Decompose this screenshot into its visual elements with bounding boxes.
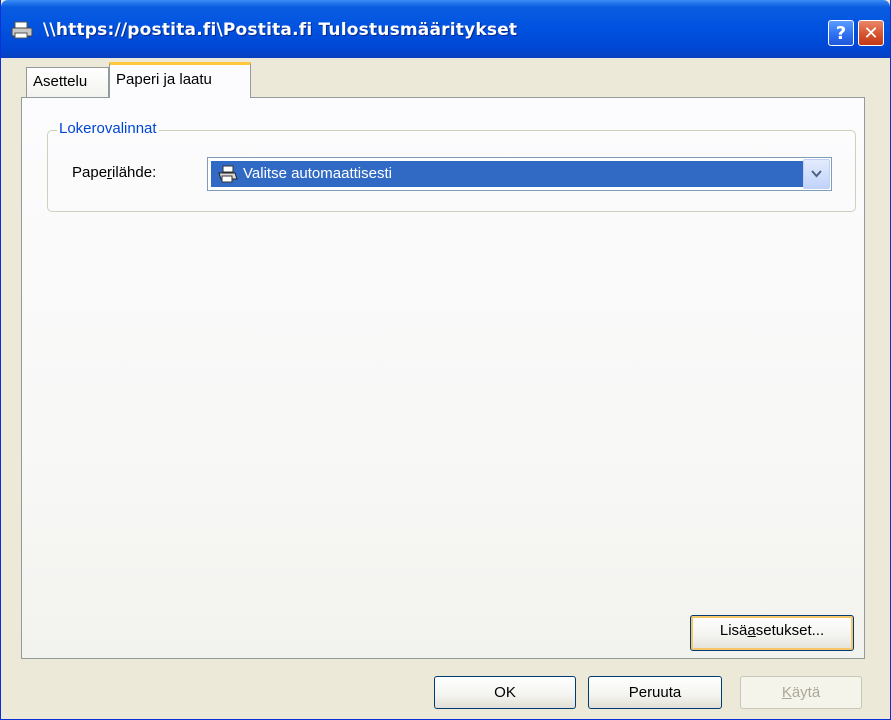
title-bar[interactable]: \\https://postita.fi\Postita.fi Tulostus… <box>1 0 890 58</box>
cancel-button[interactable]: Peruuta <box>588 676 722 709</box>
help-icon: ? <box>835 22 847 44</box>
close-icon: ✕ <box>863 22 879 44</box>
paper-source-label: Paperilähde: <box>72 164 156 181</box>
paper-source-selected-item[interactable]: Valitse automaattisesti <box>211 161 803 187</box>
chevron-down-icon <box>811 170 822 178</box>
ok-button[interactable]: OK <box>434 676 576 709</box>
tab-paperi-ja-laatu[interactable]: Paperi ja laatu <box>109 62 251 98</box>
printer-icon <box>11 21 33 39</box>
help-button[interactable]: ? <box>828 20 854 46</box>
close-button[interactable]: ✕ <box>858 20 884 46</box>
advanced-button[interactable]: Lisäasetukset... <box>690 615 854 651</box>
group-title: Lokerovalinnat <box>57 120 159 137</box>
printer-icon <box>218 165 238 183</box>
paper-source-label-pre: Pape <box>72 164 108 181</box>
apply-label-mnemonic: K <box>781 684 792 701</box>
paper-source-dropdown[interactable]: Valitse automaattisesti <box>207 157 832 191</box>
apply-label-post: äytä <box>791 684 821 701</box>
advanced-label-pre: Lisä <box>719 622 748 639</box>
window-title: \\https://postita.fi\Postita.fi Tulostus… <box>43 20 518 40</box>
paper-source-value: Valitse automaattisesti <box>243 165 392 182</box>
apply-button[interactable]: Käytä <box>740 676 862 709</box>
printing-preferences-dialog: \\https://postita.fi\Postita.fi Tulostus… <box>0 0 891 720</box>
tab-asettelu[interactable]: Asettelu <box>26 67 109 97</box>
advanced-label-post: setukset... <box>755 622 825 639</box>
paper-source-label-post: ilähde: <box>112 164 157 181</box>
dropdown-arrow-button[interactable] <box>803 159 830 189</box>
advanced-label-mnemonic: a <box>747 622 756 639</box>
